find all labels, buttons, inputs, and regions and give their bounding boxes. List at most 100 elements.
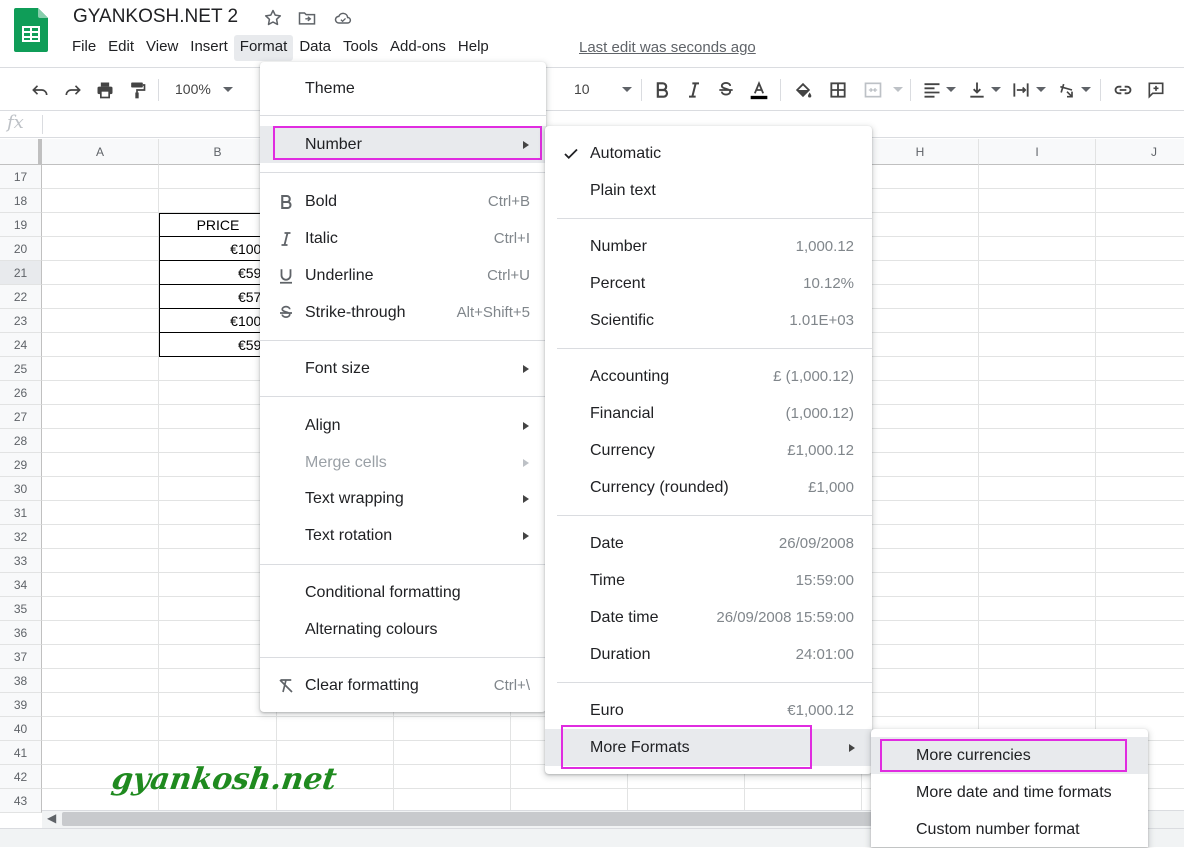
wrap-caret-icon[interactable]: [1036, 87, 1046, 92]
column-header-a[interactable]: A: [42, 139, 159, 165]
font-size-caret-icon[interactable]: [622, 87, 632, 92]
menu-item-conditional-formatting[interactable]: Conditional formatting: [260, 574, 546, 611]
column-header-h[interactable]: H: [862, 139, 979, 165]
last-edit-link[interactable]: Last edit was seconds ago: [579, 39, 756, 56]
text-wrap-icon[interactable]: [1010, 79, 1032, 101]
row-header-38[interactable]: 38: [0, 669, 42, 693]
row-header-34[interactable]: 34: [0, 573, 42, 597]
menu-item-number[interactable]: Number: [260, 126, 546, 163]
menu-format[interactable]: Format: [233, 35, 294, 61]
menu-item-plain-text[interactable]: Plain text: [545, 172, 872, 209]
print-icon[interactable]: [94, 79, 116, 101]
menu-item-date-time[interactable]: Date time 26/09/2008 15:59:00: [545, 599, 872, 636]
row-header-43[interactable]: 43: [0, 789, 42, 813]
cloud-saved-icon[interactable]: [332, 7, 354, 29]
menu-item-accounting[interactable]: Accounting £ (1,000.12): [545, 358, 872, 395]
row-header-33[interactable]: 33: [0, 549, 42, 573]
menu-item-text-wrapping[interactable]: Text wrapping: [260, 480, 546, 517]
menu-item-more-currencies[interactable]: More currencies: [871, 737, 1148, 774]
menu-item-percent[interactable]: Percent 10.12%: [545, 265, 872, 302]
menu-addons[interactable]: Add-ons: [384, 35, 452, 61]
menu-view[interactable]: View: [140, 35, 184, 61]
menu-item-number[interactable]: Number 1,000.12: [545, 228, 872, 265]
column-header-i[interactable]: I: [979, 139, 1096, 165]
text-rotation-icon[interactable]: [1056, 79, 1078, 101]
undo-icon[interactable]: [29, 79, 51, 101]
menu-item-merge-cells[interactable]: Merge cells: [260, 444, 546, 481]
menu-tools[interactable]: Tools: [337, 35, 384, 61]
menu-item-bold[interactable]: Bold Ctrl+B: [260, 183, 546, 220]
row-header-22[interactable]: 22: [0, 285, 42, 309]
menu-item-scientific[interactable]: Scientific 1.01E+03: [545, 302, 872, 339]
menu-data[interactable]: Data: [293, 35, 337, 61]
row-header-41[interactable]: 41: [0, 741, 42, 765]
menu-file[interactable]: File: [66, 35, 102, 61]
insert-comment-icon[interactable]: [1145, 79, 1167, 101]
v-align-caret-icon[interactable]: [991, 87, 1001, 92]
paint-format-icon[interactable]: [126, 79, 148, 101]
row-header-32[interactable]: 32: [0, 525, 42, 549]
menu-item-date[interactable]: Date 26/09/2008: [545, 525, 872, 562]
menu-item-theme[interactable]: Theme: [260, 70, 546, 107]
row-header-24[interactable]: 24: [0, 333, 42, 357]
row-header-28[interactable]: 28: [0, 429, 42, 453]
menu-item-text-rotation[interactable]: Text rotation: [260, 517, 546, 554]
select-all-corner[interactable]: [0, 139, 42, 165]
menu-item-underline[interactable]: Underline Ctrl+U: [260, 257, 546, 294]
row-header-21[interactable]: 21: [0, 261, 42, 285]
menu-insert[interactable]: Insert: [184, 35, 234, 61]
zoom-caret-icon[interactable]: [223, 87, 233, 92]
row-header-37[interactable]: 37: [0, 645, 42, 669]
menu-edit[interactable]: Edit: [102, 35, 140, 61]
menu-item-clear-formatting[interactable]: Clear formatting Ctrl+\: [260, 667, 546, 704]
row-header-18[interactable]: 18: [0, 189, 42, 213]
document-title[interactable]: GYANKOSH.NET 2: [73, 6, 238, 28]
menu-item-currency[interactable]: Currency £1,000.12: [545, 432, 872, 469]
scrollbar-thumb[interactable]: [62, 812, 882, 826]
row-header-29[interactable]: 29: [0, 453, 42, 477]
strikethrough-icon[interactable]: [715, 79, 737, 101]
row-header-27[interactable]: 27: [0, 405, 42, 429]
row-header-20[interactable]: 20: [0, 237, 42, 261]
menu-item-italic[interactable]: Italic Ctrl+I: [260, 220, 546, 257]
row-header-42[interactable]: 42: [0, 765, 42, 789]
sheets-logo[interactable]: [14, 8, 48, 52]
menu-item-financial[interactable]: Financial (1,000.12): [545, 395, 872, 432]
row-header-30[interactable]: 30: [0, 477, 42, 501]
menu-item-more-date-time[interactable]: More date and time formats: [871, 774, 1148, 811]
redo-icon[interactable]: [62, 79, 84, 101]
column-header-j[interactable]: J: [1096, 139, 1184, 165]
menu-item-align[interactable]: Align: [260, 407, 546, 444]
row-header-17[interactable]: 17: [0, 165, 42, 189]
row-header-19[interactable]: 19: [0, 213, 42, 237]
font-size-select[interactable]: 10: [574, 81, 590, 97]
menu-item-strikethrough[interactable]: Strike-through Alt+Shift+5: [260, 294, 546, 331]
menu-item-euro[interactable]: Euro €1,000.12: [545, 692, 872, 729]
menu-item-alternating-colours[interactable]: Alternating colours: [260, 611, 546, 648]
horizontal-align-icon[interactable]: [921, 79, 943, 101]
text-color-icon[interactable]: [748, 79, 770, 101]
italic-icon[interactable]: [683, 79, 705, 101]
row-header-31[interactable]: 31: [0, 501, 42, 525]
menu-item-time[interactable]: Time 15:59:00: [545, 562, 872, 599]
scroll-left-icon[interactable]: ◀: [47, 811, 56, 825]
menu-item-automatic[interactable]: Automatic: [545, 135, 872, 172]
row-header-39[interactable]: 39: [0, 693, 42, 717]
row-header-36[interactable]: 36: [0, 621, 42, 645]
star-icon[interactable]: [262, 7, 284, 29]
row-header-25[interactable]: 25: [0, 357, 42, 381]
vertical-align-icon[interactable]: [966, 79, 988, 101]
menu-item-more-formats[interactable]: More Formats: [545, 729, 872, 766]
fill-color-icon[interactable]: [792, 79, 814, 101]
menu-help[interactable]: Help: [452, 35, 495, 61]
insert-link-icon[interactable]: [1112, 79, 1134, 101]
row-header-26[interactable]: 26: [0, 381, 42, 405]
menu-item-custom-number[interactable]: Custom number format: [871, 811, 1148, 848]
menu-item-currency-rounded[interactable]: Currency (rounded) £1,000: [545, 469, 872, 506]
merge-caret-icon[interactable]: [893, 87, 903, 92]
menu-item-font-size[interactable]: Font size: [260, 350, 546, 387]
bold-icon[interactable]: [651, 79, 673, 101]
zoom-select[interactable]: 100%: [175, 81, 211, 97]
move-to-folder-icon[interactable]: [296, 7, 318, 29]
h-align-caret-icon[interactable]: [946, 87, 956, 92]
